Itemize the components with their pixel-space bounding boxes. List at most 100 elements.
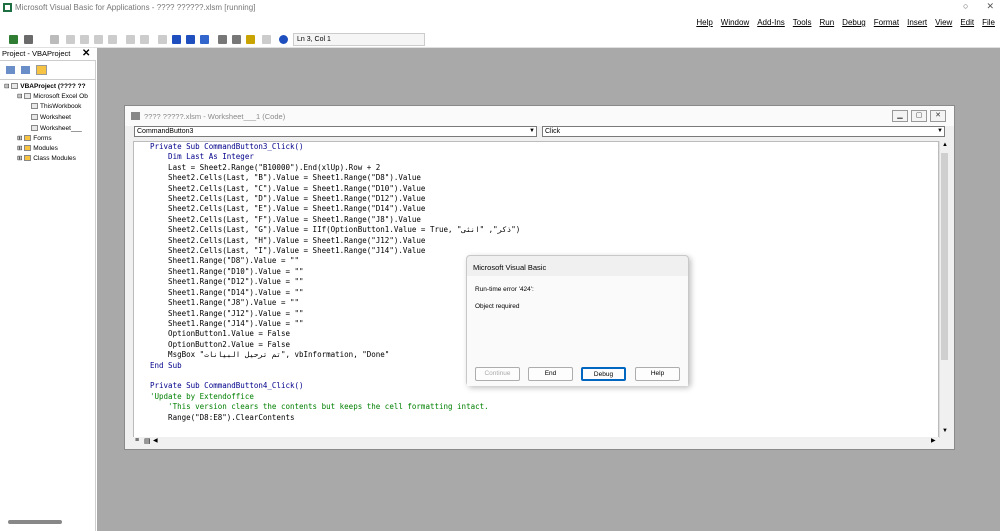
- arrow-left-icon[interactable]: ◀: [153, 437, 158, 444]
- menu-addins[interactable]: Add-Ins: [757, 18, 785, 27]
- close-icon[interactable]: ✕: [986, 1, 994, 12]
- properties-icon[interactable]: [232, 35, 241, 44]
- object-dropdown[interactable]: CommandButton3 ▼: [134, 126, 537, 137]
- find-icon[interactable]: [108, 35, 117, 44]
- object-browser-icon[interactable]: [246, 35, 255, 44]
- toggle-folders-icon[interactable]: [36, 65, 47, 75]
- menu-insert[interactable]: Insert: [907, 18, 927, 27]
- code-hscrollbar[interactable]: ≡ ▤ ◀ ▶: [133, 437, 939, 446]
- code-line[interactable]: Sheet2.Cells(Last, "D").Value = Sheet1.R…: [150, 194, 520, 204]
- continue-button: Continue: [475, 367, 520, 381]
- code-line[interactable]: Sheet1.Range("D10").Value = "": [150, 267, 520, 277]
- save-icon[interactable]: [50, 35, 59, 44]
- tree-modules[interactable]: ⊞ Modules: [17, 144, 58, 153]
- code-window-title: ???? ?????.xlsm - Worksheet___1 (Code): [144, 112, 286, 121]
- procedure-view-icon[interactable]: ≡: [135, 437, 139, 444]
- menu-window[interactable]: Window: [721, 18, 749, 27]
- break-icon[interactable]: [172, 35, 181, 44]
- menu-run[interactable]: Run: [819, 18, 834, 27]
- close-icon[interactable]: ✕: [82, 48, 90, 60]
- undo-icon[interactable]: [126, 35, 135, 44]
- menu-format[interactable]: Format: [874, 18, 899, 27]
- code-line[interactable]: Sheet1.Range("J14").Value = "": [150, 319, 520, 329]
- toolbox-icon[interactable]: [262, 35, 271, 44]
- excel-icon[interactable]: [9, 35, 18, 44]
- code-line[interactable]: Sheet2.Cells(Last, "C").Value = Sheet1.R…: [150, 184, 520, 194]
- error-code: Run-time error '424':: [475, 286, 534, 293]
- runtime-error-dialog: Microsoft Visual Basic Run-time error '4…: [466, 255, 689, 386]
- paste-icon[interactable]: [94, 35, 103, 44]
- code-line[interactable]: Sheet1.Range("D8").Value = "": [150, 256, 520, 266]
- procedure-dropdown[interactable]: Click ▼: [542, 126, 945, 137]
- insert-module-icon[interactable]: [24, 35, 33, 44]
- chevron-down-icon: ▼: [529, 128, 535, 134]
- code-line[interactable]: Sheet1.Range("D14").Value = "": [150, 288, 520, 298]
- code-line[interactable]: Dim Last As Integer: [150, 152, 520, 162]
- cut-icon[interactable]: [66, 35, 75, 44]
- close-icon[interactable]: ✕: [930, 110, 946, 122]
- code-line[interactable]: Sheet1.Range("J8").Value = "": [150, 298, 520, 308]
- code-line[interactable]: OptionButton1.Value = False: [150, 329, 520, 339]
- tree-worksheet-2[interactable]: Worksheet___: [31, 124, 82, 133]
- object-dropdown-value: CommandButton3: [137, 128, 194, 135]
- code-line[interactable]: Sheet2.Cells(Last, "B").Value = Sheet1.R…: [150, 173, 520, 183]
- tree-excel-objects[interactable]: ⊟ Microsoft Excel Ob: [17, 92, 88, 101]
- minimize-icon[interactable]: ▁: [892, 110, 908, 122]
- code-line[interactable]: 'Update by Extendoffice: [150, 392, 520, 402]
- tree-forms[interactable]: ⊞ Forms: [17, 134, 52, 143]
- menu-edit[interactable]: Edit: [960, 18, 974, 27]
- arrow-down-icon[interactable]: ▼: [942, 428, 948, 434]
- view-code-icon[interactable]: [6, 66, 15, 74]
- code-line[interactable]: Range("D8:E8").ClearContents: [150, 413, 520, 423]
- code-line[interactable]: Private Sub CommandButton4_Click(): [150, 381, 520, 391]
- full-module-view-icon[interactable]: ▤: [144, 437, 151, 445]
- maximize-icon[interactable]: ▢: [911, 110, 927, 122]
- end-button[interactable]: End: [528, 367, 573, 381]
- debug-button[interactable]: Debug: [581, 367, 626, 381]
- redo-icon[interactable]: [140, 35, 149, 44]
- help-button[interactable]: Help: [635, 367, 680, 381]
- tree-thisworkbook[interactable]: ThisWorkbook: [31, 102, 81, 111]
- restore-icon[interactable]: ○: [963, 1, 968, 12]
- dialog-title: Microsoft Visual Basic: [473, 263, 547, 272]
- code-line[interactable]: Sheet1.Range("J12").Value = "": [150, 309, 520, 319]
- cursor-position: Ln 3, Col 1: [293, 33, 425, 46]
- arrow-right-icon[interactable]: ▶: [931, 437, 936, 444]
- project-hscrollbar[interactable]: [8, 520, 62, 524]
- code-line[interactable]: 'This version clears the contents but ke…: [150, 402, 520, 412]
- run-icon[interactable]: [158, 35, 167, 44]
- project-explorer-icon[interactable]: [218, 35, 227, 44]
- code-line[interactable]: Sheet2.Cells(Last, "G").Value = IIf(Opti…: [150, 225, 520, 235]
- code-line[interactable]: Sheet2.Cells(Last, "E").Value = Sheet1.R…: [150, 204, 520, 214]
- code-line[interactable]: Sheet1.Range("D12").Value = "": [150, 277, 520, 287]
- code-line[interactable]: OptionButton2.Value = False: [150, 340, 520, 350]
- menu-tools[interactable]: Tools: [793, 18, 812, 27]
- tree-class-modules[interactable]: ⊞ Class Modules: [17, 154, 76, 163]
- code-vscrollbar[interactable]: ▲ ▼: [939, 141, 949, 438]
- menu-view[interactable]: View: [935, 18, 952, 27]
- design-mode-icon[interactable]: [200, 35, 209, 44]
- code-line[interactable]: Private Sub CommandButton3_Click(): [150, 142, 520, 152]
- tree-vbaproject[interactable]: ⊟ VBAProject (???? ??: [4, 82, 86, 91]
- tree-worksheet-1[interactable]: Worksheet: [31, 113, 71, 122]
- code-line[interactable]: Last = Sheet2.Range("B10000").End(xlUp).…: [150, 163, 520, 173]
- help-icon[interactable]: [279, 35, 288, 44]
- reset-icon[interactable]: [186, 35, 195, 44]
- error-message: Object required: [475, 303, 520, 310]
- code-line[interactable]: Sheet2.Cells(Last, "I").Value = Sheet1.R…: [150, 246, 520, 256]
- code-line[interactable]: MsgBox "تم ترحيل البيانات", vbInformatio…: [150, 350, 520, 360]
- code-lines[interactable]: Private Sub CommandButton3_Click() Dim L…: [150, 142, 520, 423]
- code-line[interactable]: Sheet2.Cells(Last, "H").Value = Sheet1.R…: [150, 236, 520, 246]
- copy-icon[interactable]: [80, 35, 89, 44]
- menu-debug[interactable]: Debug: [842, 18, 866, 27]
- menu-file[interactable]: File: [982, 18, 995, 27]
- menu-help[interactable]: Help: [696, 18, 712, 27]
- code-line[interactable]: Sheet2.Cells(Last, "F").Value = Sheet1.R…: [150, 215, 520, 225]
- arrow-up-icon[interactable]: ▲: [942, 142, 948, 148]
- code-window-titlebar: ???? ?????.xlsm - Worksheet___1 (Code) ▁…: [125, 106, 954, 126]
- scroll-thumb[interactable]: [941, 153, 948, 360]
- code-line[interactable]: End Sub: [150, 361, 520, 371]
- code-line[interactable]: [150, 371, 520, 381]
- dialog-body: Run-time error '424': Object required Co…: [467, 276, 688, 386]
- view-object-icon[interactable]: [21, 66, 30, 74]
